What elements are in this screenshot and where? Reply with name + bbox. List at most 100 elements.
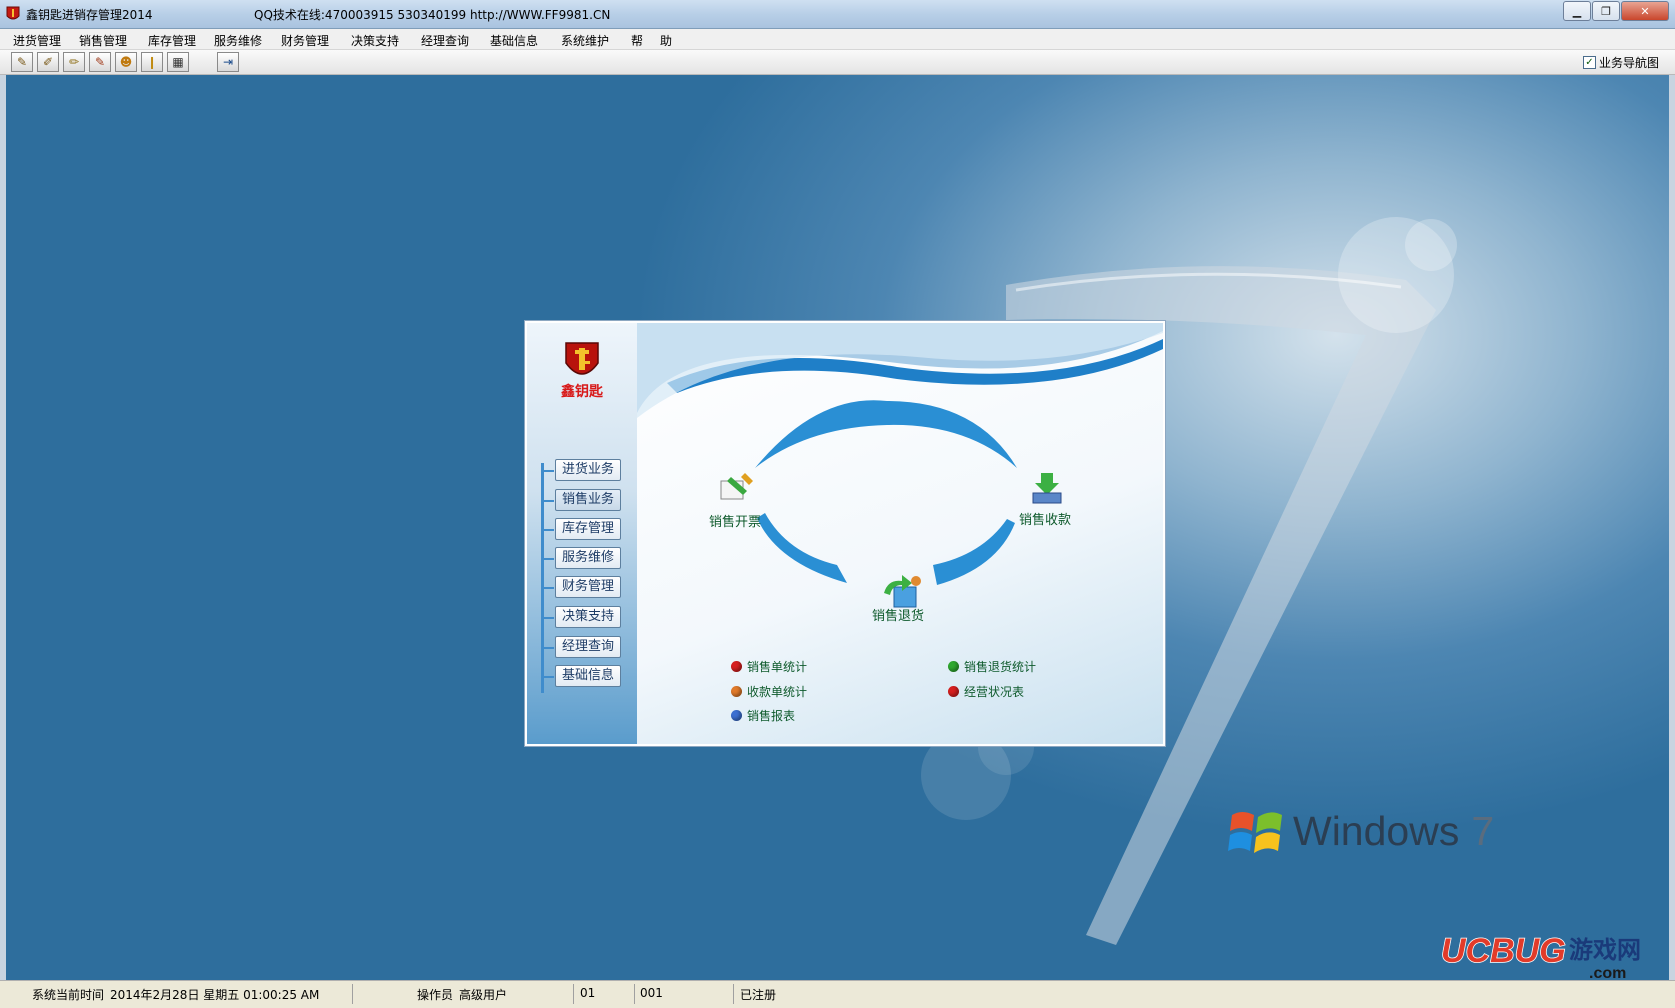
status-time-label: 系统当前时间 — [32, 988, 105, 1002]
sidebar-tick — [544, 529, 554, 531]
invoice-icon[interactable] — [717, 471, 757, 507]
receipt-icon[interactable] — [1027, 471, 1067, 507]
toolbar: ✎ ✐ ✏ ✎ ☻ ❙ ▦ ⇥ ✓ 业务导航图 — [0, 50, 1675, 75]
svg-text:UCBUG: UCBUG — [1441, 932, 1566, 970]
sidebar-tick — [544, 500, 554, 502]
report-label: 经营状况表 — [964, 685, 1025, 699]
menu-purchase[interactable]: 进货管理 — [13, 32, 61, 49]
red-dot-icon — [731, 661, 742, 672]
toolbar-service-button[interactable]: ✎ — [89, 52, 111, 72]
report-label: 销售报表 — [747, 709, 796, 723]
toolbar-finance-button[interactable]: ❙ — [141, 52, 163, 72]
report-business-status[interactable]: 经营状况表 — [948, 683, 1024, 700]
svg-text:游戏网: 游戏网 — [1569, 936, 1641, 964]
side-button-manager[interactable]: 经理查询 — [555, 636, 621, 658]
minimize-button[interactable]: ▁ — [1563, 1, 1591, 21]
menu-decision[interactable]: 决策支持 — [351, 32, 399, 49]
sidebar-tick — [544, 558, 554, 560]
sidebar-tick — [544, 676, 554, 678]
menu-finance[interactable]: 财务管理 — [281, 32, 329, 49]
watermark-logo: UCBUG 游戏网 .com — [1440, 931, 1641, 980]
sidebar-tick — [544, 587, 554, 589]
windows-logo-icon — [1228, 812, 1282, 853]
nav-checkbox[interactable]: ✓ — [1582, 56, 1596, 69]
side-button-basic[interactable]: 基础信息 — [555, 665, 621, 687]
red-dot-icon — [948, 686, 959, 697]
windows-word: Windows — [1293, 808, 1460, 854]
toolbar-sales-button[interactable]: ✐ — [37, 52, 59, 72]
menu-manager[interactable]: 经理查询 — [421, 32, 469, 49]
business-nav-toggle[interactable]: ✓ 业务导航图 — [1582, 54, 1659, 71]
flow-receipt-label[interactable]: 销售收款 — [1019, 509, 1071, 528]
status-operator: 高级用户 — [459, 988, 508, 1002]
flow-return-label[interactable]: 销售退货 — [872, 605, 924, 624]
report-return-stats[interactable]: 销售退货统计 — [948, 658, 1036, 675]
windows-brand-text: Windows 7 — [1293, 808, 1494, 855]
sidebar-connector-line — [541, 463, 544, 693]
menu-basic[interactable]: 基础信息 — [490, 32, 538, 49]
sidebar-tick — [544, 470, 554, 472]
flow-decoration — [637, 323, 1163, 585]
status-separator — [352, 984, 353, 1004]
menu-service[interactable]: 服务维修 — [214, 32, 262, 49]
restore-icon: ❐ — [1601, 4, 1611, 18]
menu-inventory[interactable]: 库存管理 — [148, 32, 196, 49]
business-navigator-window: 鑫钥匙 进货业务 销售业务 库存管理 服务维修 财务管理 决策支持 经理查询 基… — [524, 320, 1166, 747]
status-registration: 已注册 — [740, 988, 777, 1002]
menu-system[interactable]: 系统维护 — [561, 32, 609, 49]
side-button-decision[interactable]: 决策支持 — [555, 606, 621, 628]
side-button-service[interactable]: 服务维修 — [555, 547, 621, 569]
status-bar: 系统当前时间 2014年2月28日 星期五 01:00:25 AM 操作员 高级… — [0, 980, 1675, 1008]
minimize-icon: ▁ — [1572, 4, 1582, 18]
blue-dot-icon — [731, 710, 742, 721]
report-label: 销售退货统计 — [964, 660, 1037, 674]
report-sales-report[interactable]: 销售报表 — [731, 707, 795, 724]
green-dot-icon — [948, 661, 959, 672]
side-button-inventory[interactable]: 库存管理 — [555, 518, 621, 540]
navigator-flow-panel: 销售开票 销售收款 销售退货 销售单统计 销售退货统计 收款单统计 经营状况表 — [637, 323, 1163, 744]
report-label: 销售单统计 — [747, 660, 808, 674]
exit-icon: ⇥ — [222, 55, 234, 69]
toolbar-customer-button[interactable]: ☻ — [115, 52, 137, 72]
service-icon: ✎ — [94, 55, 106, 69]
title-bar: 鑫钥匙进销存管理2014 QQ技术在线:470003915 530340199 … — [0, 0, 1675, 29]
key-shield-logo — [565, 342, 599, 375]
report-label: 收款单统计 — [747, 685, 808, 699]
maximize-button[interactable]: ❐ — [1592, 1, 1620, 21]
side-button-purchase[interactable]: 进货业务 — [555, 459, 621, 481]
windows-version: 7 — [1471, 808, 1495, 854]
orange-dot-icon — [731, 686, 742, 697]
close-button[interactable]: ✕ — [1621, 1, 1669, 21]
sales-icon: ✐ — [42, 55, 54, 69]
navigator-sidebar: 鑫钥匙 进货业务 销售业务 库存管理 服务维修 财务管理 决策支持 经理查询 基… — [527, 323, 637, 744]
nav-toggle-label: 业务导航图 — [1598, 56, 1659, 70]
brand-name: 鑫钥匙 — [561, 384, 603, 400]
status-separator — [573, 984, 574, 1004]
status-datetime: 2014年2月28日 星期五 01:00:25 AM — [110, 988, 320, 1002]
status-code2: 001 — [640, 986, 663, 1000]
status-code1: 01 — [580, 986, 596, 1000]
toolbar-exit-button[interactable]: ⇥ — [217, 52, 239, 72]
toolbar-purchase-button[interactable]: ✎ — [11, 52, 33, 72]
purchase-icon: ✎ — [16, 55, 28, 69]
toolbar-stock-button[interactable]: ✏ — [63, 52, 85, 72]
close-icon: ✕ — [1640, 4, 1650, 18]
status-separator — [733, 984, 734, 1004]
customer-icon: ☻ — [119, 55, 133, 69]
menu-bar: 进货管理 销售管理 库存管理 服务维修 财务管理 决策支持 经理查询 基础信息 … — [0, 29, 1675, 50]
sidebar-tick — [544, 647, 554, 649]
toolbar-calculator-button[interactable]: ▦ — [167, 52, 189, 72]
report-sales-stats[interactable]: 销售单统计 — [731, 658, 807, 675]
stock-icon: ✏ — [68, 55, 80, 69]
window-info: QQ技术在线:470003915 530340199 http://WWW.FF… — [254, 8, 611, 22]
svg-text:.com: .com — [1589, 965, 1626, 980]
side-button-finance[interactable]: 财务管理 — [555, 576, 621, 598]
flow-invoice-label[interactable]: 销售开票 — [709, 511, 761, 530]
menu-sales[interactable]: 销售管理 — [79, 32, 127, 49]
menu-help-1[interactable]: 帮 — [631, 32, 643, 49]
window-controls: ▁ ❐ ✕ — [1562, 1, 1669, 21]
side-button-sales[interactable]: 销售业务 — [555, 489, 621, 511]
app-icon — [6, 6, 20, 20]
menu-help-2[interactable]: 助 — [660, 32, 672, 49]
report-receipt-stats[interactable]: 收款单统计 — [731, 683, 807, 700]
